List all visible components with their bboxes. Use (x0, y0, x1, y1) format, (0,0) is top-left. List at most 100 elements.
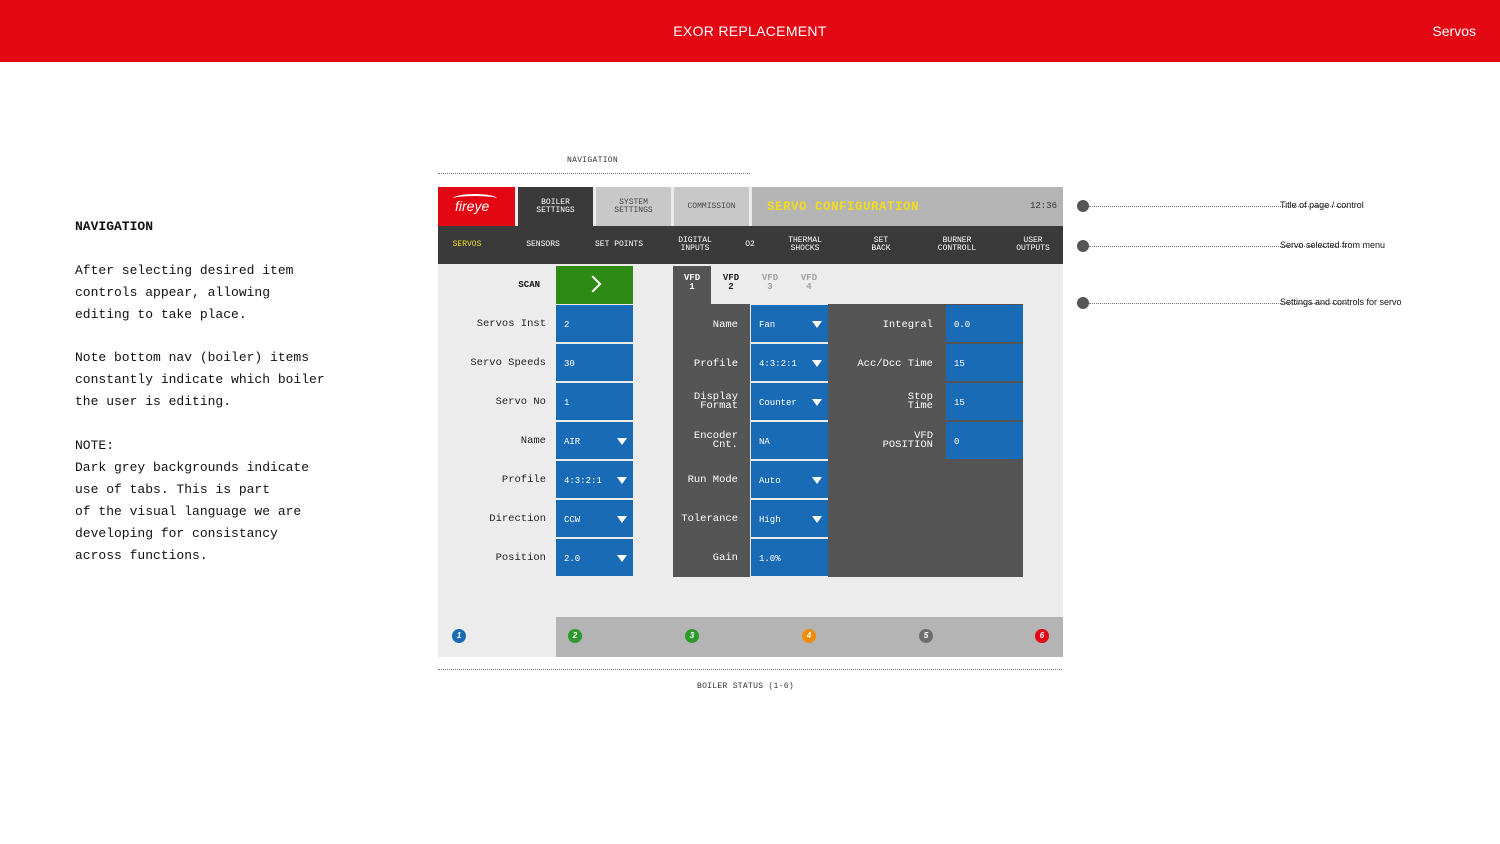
field-value: 0.0 (954, 320, 971, 330)
top-bar: EXOR REPLACEMENT Servos (0, 0, 1500, 62)
field-label: Servo Speeds (470, 357, 546, 369)
field-label: Integral (882, 319, 933, 331)
encoder-cnt-field[interactable]: NA (751, 422, 828, 459)
subnav-o2[interactable]: O2 (738, 226, 762, 264)
boiler-6-button[interactable]: 6 (1035, 629, 1049, 643)
vfd-tab-2[interactable]: VFD 2 (712, 266, 750, 304)
boiler-2-button[interactable]: 2 (568, 629, 582, 643)
caret-down-icon (617, 477, 627, 484)
callout-title: Title of page / control (1077, 200, 1497, 212)
subnav-burner-controll[interactable]: BURNER CONTROLL (930, 226, 984, 264)
notes-body: After selecting desired item controls ap… (75, 262, 325, 563)
run-mode-select[interactable]: Auto (751, 461, 828, 498)
field-value: AIR (564, 437, 581, 447)
field-label: Encoder Cnt. (693, 430, 738, 451)
servo-name-select[interactable]: AIR (556, 422, 633, 459)
subnav-digital-inputs[interactable]: DIGITAL INPUTS (670, 226, 720, 264)
vfd-position-field[interactable]: 0 (946, 422, 1023, 459)
scan-button[interactable] (556, 266, 633, 304)
scan-label: SCAN (518, 280, 540, 290)
field-value: 2 (564, 320, 570, 330)
servo-speeds-field[interactable]: 30 (556, 344, 633, 381)
caret-down-icon (812, 399, 822, 406)
field-label: Gain (712, 552, 738, 564)
integral-field[interactable]: 0.0 (946, 305, 1023, 342)
field-value: CCW (564, 515, 581, 525)
field-label: Acc/Dcc Time (857, 358, 933, 370)
vfd-tab-3[interactable]: VFD 3 (751, 266, 789, 304)
servo-profile-select[interactable]: 4:3:2:1 (556, 461, 633, 498)
caret-down-icon (617, 555, 627, 562)
field-label: Servo No (495, 396, 546, 408)
field-value: NA (759, 437, 770, 447)
display-format-select[interactable]: Counter (751, 383, 828, 420)
boiler-status-annotation: BOILER STATUS (1-6) (697, 682, 794, 691)
callout-dot (1077, 200, 1089, 212)
servo-no-field[interactable]: 1 (556, 383, 633, 420)
logo-text: fireye (455, 198, 490, 214)
field-value: Fan (759, 320, 776, 330)
caret-down-icon (812, 360, 822, 367)
field-label: Name (520, 435, 546, 447)
field-value: 1 (564, 398, 570, 408)
device-screen: fireye BOILER SETTINGS SYSTEM SETTINGS C… (438, 187, 1063, 657)
field-label: Display Format (693, 391, 738, 412)
field-value: High (759, 515, 781, 525)
field-label: Profile (501, 474, 546, 486)
boiler-4-button[interactable]: 4 (802, 629, 816, 643)
vfd-tab-4[interactable]: VFD 4 (790, 266, 828, 304)
gain-field[interactable]: 1.0% (751, 539, 828, 576)
field-label: Run Mode (687, 474, 738, 486)
field-label: Direction (489, 513, 546, 525)
servos-inst-field[interactable]: 2 (556, 305, 633, 342)
field-value: 15 (954, 359, 965, 369)
field-value: 15 (954, 398, 965, 408)
field-label: Stop Time (907, 391, 933, 412)
field-label: VFD POSITION (882, 430, 933, 451)
boiler-3-button[interactable]: 3 (685, 629, 699, 643)
subnav-set-back[interactable]: SET BACK (863, 226, 899, 264)
tab-system-settings[interactable]: SYSTEM SETTINGS (596, 187, 671, 226)
tolerance-select[interactable]: High (751, 500, 828, 537)
acc-dcc-time-field[interactable]: 15 (946, 344, 1023, 381)
subnav-set-points[interactable]: SET POINTS (588, 226, 650, 264)
field-value: 4:3:2:1 (564, 476, 602, 486)
caret-down-icon (812, 321, 822, 328)
tab-commission[interactable]: COMMISSION (674, 187, 749, 226)
notes-heading: NAVIGATION (75, 218, 154, 234)
field-value: 30 (564, 359, 575, 369)
device-header: fireye BOILER SETTINGS SYSTEM SETTINGS C… (438, 187, 1063, 226)
field-value: 0 (954, 437, 960, 447)
field-label: Name (712, 319, 738, 331)
notes-block: NAVIGATION After selecting desired item … (75, 194, 395, 588)
stop-time-field[interactable]: 15 (946, 383, 1023, 420)
field-value: 2.0 (564, 554, 581, 564)
caret-down-icon (617, 438, 627, 445)
callout-dot (1077, 297, 1089, 309)
caret-down-icon (617, 516, 627, 523)
subnav-servos[interactable]: SERVOS (438, 226, 496, 264)
section-name: Servos (1432, 23, 1476, 39)
field-label: Profile (693, 358, 738, 370)
navigation-annotation: NAVIGATION (567, 156, 619, 165)
page-title: SERVO CONFIGURATION (767, 200, 920, 214)
callout-servo-selected: Servo selected from menu (1077, 240, 1497, 252)
fireye-logo[interactable]: fireye (438, 187, 515, 226)
subnav-user-outputs[interactable]: USER OUTPUTS (1008, 226, 1058, 264)
vfd-tab-1[interactable]: VFD 1 (673, 266, 711, 304)
tab-boiler-settings[interactable]: BOILER SETTINGS (518, 187, 593, 226)
boiler-5-button[interactable]: 5 (919, 629, 933, 643)
subnav-sensors[interactable]: SENSORS (518, 226, 568, 264)
position-select[interactable]: 2.0 (556, 539, 633, 576)
callout-settings: Settings and controls for servo (1077, 297, 1497, 309)
vfd-name-select[interactable]: Fan (751, 305, 828, 342)
direction-select[interactable]: CCW (556, 500, 633, 537)
field-value: 4:3:2:1 (759, 359, 797, 369)
vfd-profile-select[interactable]: 4:3:2:1 (751, 344, 828, 381)
boiler-1-button[interactable]: 1 (452, 629, 466, 643)
callout-text: Servo selected from menu (1280, 240, 1386, 250)
boiler-status-annotation-line (438, 669, 1062, 670)
subnav-thermal-shocks[interactable]: THERMAL SHOCKS (780, 226, 830, 264)
chevron-right-icon (584, 275, 602, 293)
callout-text: Settings and controls for servo (1280, 297, 1402, 307)
